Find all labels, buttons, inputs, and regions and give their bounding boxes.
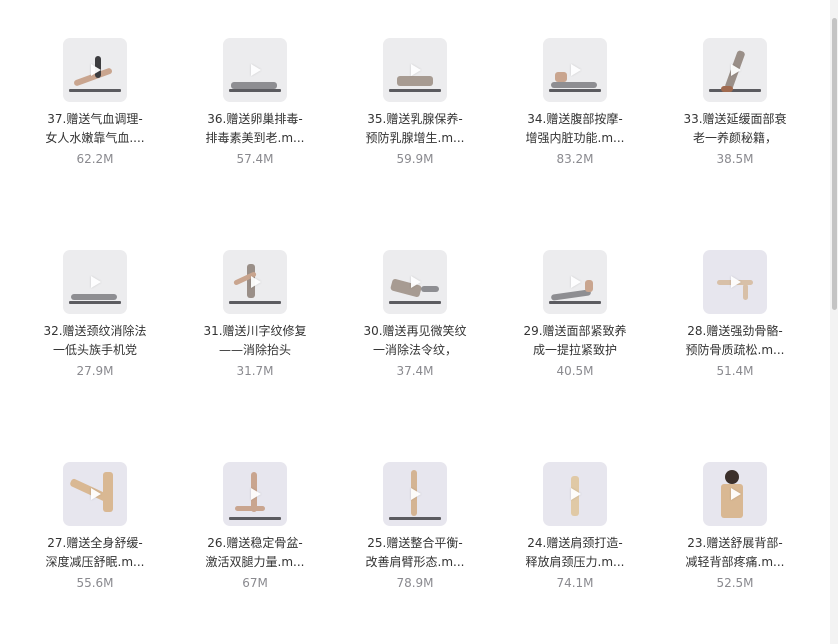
file-item[interactable]: 35.赠送乳腺保养- 预防乳腺增生.m... 59.9M [335, 38, 495, 167]
file-name: 32.赠送颈纹消除法 一低头族手机党 [43, 324, 147, 357]
video-thumbnail[interactable] [223, 462, 287, 526]
file-size: 74.1M [556, 576, 594, 590]
file-item[interactable]: 33.赠送延缓面部衰 老一养颜秘籍， 38.5M [655, 38, 815, 167]
file-item[interactable]: 32.赠送颈纹消除法 一低头族手机党 27.9M [15, 250, 175, 379]
video-thumbnail[interactable] [543, 250, 607, 314]
file-name: 24.赠送肩颈打造- 释放肩颈压力.m... [525, 536, 625, 569]
file-name: 31.赠送川字纹修复 ——消除抬头 [203, 324, 307, 357]
play-icon [251, 276, 261, 288]
play-icon [571, 488, 581, 500]
video-thumbnail[interactable] [63, 38, 127, 102]
video-thumbnail[interactable] [703, 38, 767, 102]
play-icon [91, 276, 101, 288]
video-thumbnail[interactable] [383, 250, 447, 314]
play-icon [731, 64, 741, 76]
file-item[interactable]: 28.赠送强劲骨骼- 预防骨质疏松.m... 51.4M [655, 250, 815, 379]
play-icon [731, 276, 741, 288]
file-size: 57.4M [236, 152, 274, 166]
play-icon [571, 276, 581, 288]
file-size: 31.7M [236, 364, 274, 378]
file-item[interactable]: 36.赠送卵巢排毒- 排毒素美到老.m... 57.4M [175, 38, 335, 167]
video-thumbnail[interactable] [543, 38, 607, 102]
file-item[interactable]: 25.赠送整合平衡- 改善肩臂形态.m... 78.9M [335, 462, 495, 591]
file-item[interactable]: 23.赠送舒展背部- 减轻背部疼痛.m... 52.5M [655, 462, 815, 591]
video-thumbnail[interactable] [383, 38, 447, 102]
file-size: 83.2M [556, 152, 594, 166]
video-thumbnail[interactable] [383, 462, 447, 526]
file-size: 59.9M [396, 152, 434, 166]
file-name: 33.赠送延缓面部衰 老一养颜秘籍， [683, 112, 787, 145]
file-size: 67M [242, 576, 268, 590]
play-icon [411, 488, 421, 500]
file-size: 27.9M [76, 364, 114, 378]
vertical-scrollbar[interactable] [830, 0, 838, 644]
video-thumbnail[interactable] [63, 250, 127, 314]
file-size: 38.5M [716, 152, 754, 166]
file-item[interactable]: 27.赠送全身舒缓- 深度减压舒眠.m... 55.6M [15, 462, 175, 591]
video-thumbnail[interactable] [63, 462, 127, 526]
file-item[interactable]: 37.赠送气血调理- 女人水嫩靠气血.... 62.2M [15, 38, 175, 167]
play-icon [91, 488, 101, 500]
file-name: 34.赠送腹部按摩- 增强内脏功能.m... [525, 112, 625, 145]
play-icon [411, 276, 421, 288]
file-name: 25.赠送整合平衡- 改善肩臂形态.m... [365, 536, 465, 569]
play-icon [91, 64, 101, 76]
file-item[interactable]: 30.赠送再见微笑纹 一消除法令纹， 37.4M [335, 250, 495, 379]
file-name: 37.赠送气血调理- 女人水嫩靠气血.... [45, 112, 145, 145]
file-name: 28.赠送强劲骨骼- 预防骨质疏松.m... [685, 324, 785, 357]
file-item[interactable]: 29.赠送面部紧致养 成一提拉紧致护 40.5M [495, 250, 655, 379]
play-icon [411, 64, 421, 76]
file-size: 55.6M [76, 576, 114, 590]
scrollbar-thumb[interactable] [832, 18, 837, 310]
file-name: 29.赠送面部紧致养 成一提拉紧致护 [523, 324, 627, 357]
file-name: 35.赠送乳腺保养- 预防乳腺增生.m... [365, 112, 465, 145]
file-size: 51.4M [716, 364, 754, 378]
play-icon [571, 64, 581, 76]
video-thumbnail[interactable] [703, 462, 767, 526]
video-thumbnail[interactable] [223, 38, 287, 102]
file-item[interactable]: 31.赠送川字纹修复 ——消除抬头 31.7M [175, 250, 335, 379]
file-name: 27.赠送全身舒缓- 深度减压舒眠.m... [45, 536, 145, 569]
file-size: 40.5M [556, 364, 594, 378]
file-size: 78.9M [396, 576, 434, 590]
play-icon [731, 488, 741, 500]
file-name: 30.赠送再见微笑纹 一消除法令纹， [363, 324, 467, 357]
play-icon [251, 488, 261, 500]
file-size: 62.2M [76, 152, 114, 166]
play-icon [251, 64, 261, 76]
video-thumbnail[interactable] [703, 250, 767, 314]
file-item[interactable]: 24.赠送肩颈打造- 释放肩颈压力.m... 74.1M [495, 462, 655, 591]
video-thumbnail[interactable] [223, 250, 287, 314]
file-size: 37.4M [396, 364, 434, 378]
file-name: 23.赠送舒展背部- 减轻背部疼痛.m... [685, 536, 785, 569]
file-item[interactable]: 26.赠送稳定骨盆- 激活双腿力量.m... 67M [175, 462, 335, 591]
file-size: 52.5M [716, 576, 754, 590]
file-name: 26.赠送稳定骨盆- 激活双腿力量.m... [205, 536, 305, 569]
file-grid: 37.赠送气血调理- 女人水嫩靠气血.... 62.2M 36.赠送卵巢排毒- 排毒… [0, 0, 830, 644]
video-thumbnail[interactable] [543, 462, 607, 526]
file-item[interactable]: 34.赠送腹部按摩- 增强内脏功能.m... 83.2M [495, 38, 655, 167]
file-name: 36.赠送卵巢排毒- 排毒素美到老.m... [205, 112, 305, 145]
